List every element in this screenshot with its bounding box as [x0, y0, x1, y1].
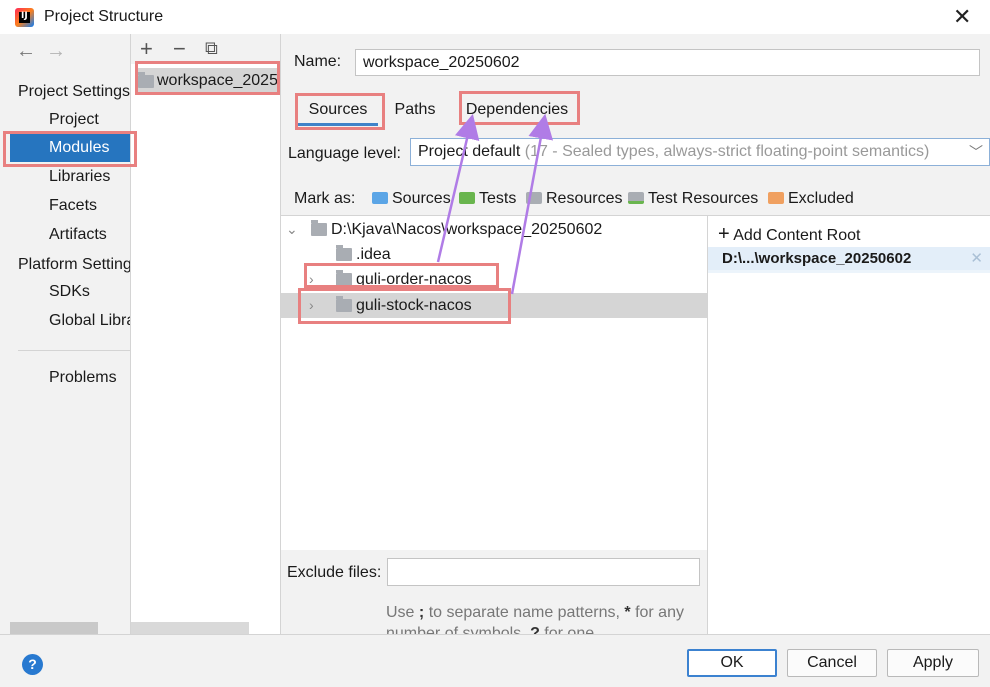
mark-as-excluded-button[interactable]: Excluded: [768, 190, 854, 208]
tree-row-root[interactable]: ⌄ D:\Kjava\Nacos\workspace_20250602: [281, 217, 707, 242]
language-level-value: Project default: [418, 143, 521, 160]
platform-settings-header: Platform Settings: [18, 256, 131, 273]
remove-root-icon[interactable]: ✕: [970, 247, 983, 271]
language-level-hint: (17 - Sealed types, always-strict floati…: [524, 143, 930, 160]
module-toolbar: + − ⧉: [131, 34, 280, 64]
back-arrow-icon[interactable]: ←: [16, 40, 46, 62]
nav-item-problems[interactable]: Problems: [10, 364, 130, 392]
chevron-down-icon: ﹀: [969, 144, 983, 160]
close-icon[interactable]: ✕: [953, 4, 971, 30]
nav-item-libraries[interactable]: Libraries: [10, 163, 130, 191]
add-content-root-button[interactable]: + Add Content Root: [718, 223, 860, 246]
nav-item-project[interactable]: Project: [10, 106, 130, 134]
tests-folder-icon: [459, 192, 475, 204]
nav-item-global-libraries[interactable]: Global Libraries: [10, 307, 130, 335]
exclude-files-input[interactable]: [387, 558, 700, 586]
language-level-select[interactable]: Project default (17 - Sealed types, alwa…: [410, 138, 990, 166]
chevron-down-icon[interactable]: ⌄: [286, 217, 298, 242]
tree-row-guli-order-nacos[interactable]: › guli-order-nacos: [281, 267, 707, 292]
ok-button[interactable]: OK: [687, 649, 777, 677]
nav-history: ←→: [16, 40, 76, 63]
content-root-label: D:\...\workspace_20250602: [722, 250, 912, 267]
module-list-panel: + − ⧉ workspace_20250602: [131, 34, 281, 634]
folder-icon: [336, 296, 352, 312]
mark-as-label: Mark as:: [294, 190, 356, 207]
copy-module-icon[interactable]: ⧉: [205, 38, 218, 59]
title-bar: IJ Project Structure ✕: [0, 0, 990, 34]
nav-item-facets[interactable]: Facets: [10, 192, 130, 220]
forward-arrow-icon[interactable]: →: [46, 40, 76, 62]
intellij-app-icon: IJ: [15, 8, 34, 27]
window-title: Project Structure: [44, 8, 164, 25]
folder-icon: [336, 245, 352, 261]
excluded-folder-icon: [768, 192, 784, 204]
apply-button[interactable]: Apply: [887, 649, 979, 677]
module-name-input[interactable]: workspace_20250602: [355, 49, 980, 76]
mark-as-resources-button[interactable]: Resources: [526, 190, 622, 208]
module-item-label: workspace_20250602: [157, 72, 277, 89]
mark-as-sources-button[interactable]: Sources: [372, 190, 451, 208]
tab-sources[interactable]: Sources: [296, 98, 380, 128]
exclude-files-label: Exclude files:: [287, 564, 382, 581]
settings-nav: ←→ Project Settings Project Modules Libr…: [10, 34, 131, 634]
tree-row-guli-stock-nacos[interactable]: › guli-stock-nacos: [281, 293, 707, 318]
exclude-files-section: Exclude files: Use ; to separate name pa…: [281, 550, 707, 642]
project-settings-header: Project Settings: [18, 83, 131, 100]
folder-icon: [336, 270, 352, 286]
module-settings-panel: Name: workspace_20250602 Sources Paths D…: [281, 34, 990, 642]
chevron-right-icon[interactable]: ›: [309, 267, 314, 292]
tab-paths[interactable]: Paths: [387, 98, 443, 128]
nav-item-modules[interactable]: Modules: [10, 134, 130, 162]
nav-item-artifacts[interactable]: Artifacts: [10, 221, 130, 249]
cancel-button[interactable]: Cancel: [787, 649, 877, 677]
folder-icon: [311, 220, 327, 236]
tree-row-label: guli-order-nacos: [356, 271, 472, 288]
content-root-tree: ⌄ D:\Kjava\Nacos\workspace_20250602 .ide…: [281, 215, 707, 550]
module-item[interactable]: workspace_20250602: [135, 68, 277, 94]
sources-folder-icon: [372, 192, 388, 204]
nav-horizontal-scrollbar[interactable]: [10, 622, 98, 634]
resources-folder-icon: [526, 192, 542, 204]
remove-module-icon[interactable]: −: [173, 36, 186, 62]
nav-item-sdks[interactable]: SDKs: [10, 278, 130, 306]
tree-row-idea[interactable]: .idea: [281, 242, 707, 267]
module-folder-icon: [138, 72, 154, 88]
modules-horizontal-scrollbar[interactable]: [131, 622, 249, 634]
tab-dependencies[interactable]: Dependencies: [461, 98, 573, 128]
name-label: Name:: [294, 53, 342, 70]
tree-row-label: .idea: [356, 246, 391, 263]
content-roots-panel: + Add Content Root D:\...\workspace_2025…: [707, 215, 990, 634]
plus-icon: +: [718, 223, 730, 245]
mark-as-test-resources-button[interactable]: Test Resources: [628, 190, 758, 208]
content-root-item[interactable]: D:\...\workspace_20250602 ✕: [708, 247, 990, 273]
mark-as-tests-button[interactable]: Tests: [459, 190, 516, 208]
tree-row-label: guli-stock-nacos: [356, 297, 472, 314]
dialog-footer: ? OK Cancel Apply: [0, 634, 990, 687]
add-module-icon[interactable]: +: [140, 36, 153, 62]
language-level-label: Language level:: [288, 145, 401, 162]
test-resources-folder-icon: [628, 192, 644, 204]
help-icon[interactable]: ?: [22, 654, 43, 675]
chevron-right-icon[interactable]: ›: [309, 293, 314, 318]
nav-divider: [18, 350, 130, 351]
tree-row-label: D:\Kjava\Nacos\workspace_20250602: [331, 221, 603, 238]
